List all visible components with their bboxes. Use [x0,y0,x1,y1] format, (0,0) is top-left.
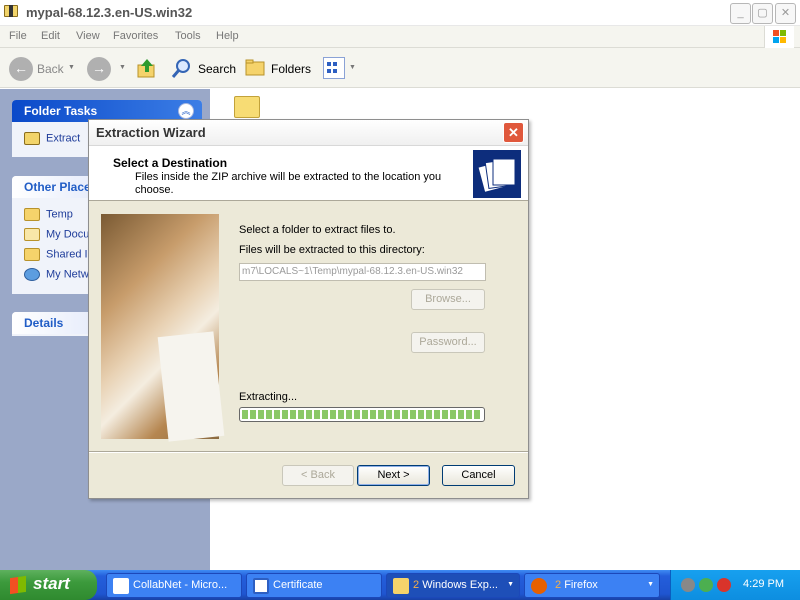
back-dropdown-icon[interactable]: ▼ [68,64,75,71]
outlook-window-icon [113,578,129,594]
zip-folder-icon [4,5,18,17]
cancel-button[interactable]: Cancel [442,465,515,486]
shared-folder-icon [24,248,40,261]
menu-edit[interactable]: Edit [41,30,60,42]
windows-flag-icon [10,575,26,595]
task-link-extract[interactable]: Extract [24,132,80,145]
folder-icon [24,208,40,221]
collapse-chevron-icon[interactable]: ︽ [178,103,194,119]
maximize-button[interactable]: ▢ [752,3,773,24]
wizard-side-image [101,214,219,439]
views-dropdown-icon[interactable]: ▼ [349,64,356,71]
menu-file[interactable]: File [9,30,27,42]
dialog-titlebar[interactable]: Extraction Wizard ✕ [89,120,528,146]
zip-folder-icon [24,132,40,145]
extracting-status: Extracting... [239,391,298,403]
certificate-window-icon [253,578,269,594]
back-button[interactable]: Back [37,62,64,76]
group-dropdown-icon[interactable]: ▼ [507,581,514,588]
window-title: mypal-68.12.3.en-US.win32 [26,5,193,20]
extraction-wizard-dialog: Extraction Wizard ✕ Select a Destination… [88,119,529,499]
network-tray-icon[interactable] [681,578,695,592]
documents-folder-icon [24,228,40,241]
folders-button[interactable]: Folders [271,62,311,76]
taskbar-firefox[interactable]: 2 Firefox ▼ [524,573,660,598]
wizard-header: Select a Destination Files inside the ZI… [89,146,528,201]
up-folder-icon[interactable] [136,57,158,79]
forward-arrow-icon[interactable]: → [87,57,111,81]
views-icon[interactable] [323,57,345,79]
menu-favorites[interactable]: Favorites [113,30,158,42]
taskbar-collabnet[interactable]: CollabNet - Micro... [106,573,242,598]
search-icon[interactable] [171,57,193,79]
folders-icon[interactable] [244,57,266,79]
taskbar-certificate[interactable]: Certificate [246,573,382,598]
password-button[interactable]: Password... [411,332,485,353]
destination-path-input[interactable]: m7\LOCALS~1\Temp\mypal-68.12.3.en-US.win… [239,263,486,281]
zip-files-icon [473,150,521,198]
clock[interactable]: 4:29 PM [743,578,784,590]
windows-logo-icon [764,26,794,48]
start-button[interactable]: start [0,570,97,600]
network-globe-icon [24,268,40,281]
group-dropdown-icon[interactable]: ▼ [647,581,654,588]
menu-tools[interactable]: Tools [175,30,201,42]
security-shield-icon[interactable] [717,578,731,592]
next-button[interactable]: Next > [357,465,430,486]
dialog-title: Extraction Wizard [96,125,206,140]
back-arrow-icon[interactable]: ← [9,57,33,81]
menu-help[interactable]: Help [216,30,239,42]
taskbar-windows-explorer[interactable]: 2 Windows Exp... ▼ [386,573,520,598]
select-folder-text: Select a folder to extract files to. [239,224,396,236]
progress-fill [242,410,482,419]
wizard-step-title: Select a Destination [113,156,228,170]
taskbar: start CollabNet - Micro... Certificate 2… [0,570,800,600]
place-link-my-documents[interactable]: My Docu [24,228,89,241]
minimize-button[interactable]: _ [730,3,751,24]
window-titlebar: mypal-68.12.3.en-US.win32 _ ▢ ✕ [0,0,800,26]
explorer-folder-icon [393,578,409,594]
system-tray: 4:29 PM [670,570,800,600]
forward-dropdown-icon[interactable]: ▼ [119,64,126,71]
directory-label: Files will be extracted to this director… [239,244,425,256]
search-button[interactable]: Search [198,62,236,76]
toolbar: ← Back ▼ → ▼ Search Folders ▼ [0,48,800,88]
menu-bar: File Edit View Favorites Tools Help [0,26,800,48]
wizard-step-subtitle: Files inside the ZIP archive will be ext… [135,171,442,196]
browse-button[interactable]: Browse... [411,289,485,310]
firefox-icon [531,578,547,594]
place-link-temp[interactable]: Temp [24,208,73,221]
dialog-close-button[interactable]: ✕ [503,122,524,143]
dialog-divider [89,451,528,453]
close-window-button[interactable]: ✕ [775,3,796,24]
folder-icon[interactable] [234,96,260,118]
place-link-shared-documents[interactable]: Shared I [24,248,88,261]
place-link-my-network[interactable]: My Netw [24,268,89,281]
back-button-wizard[interactable]: < Back [282,465,354,486]
extraction-progress-bar [239,407,485,422]
connection-tray-icon[interactable] [699,578,713,592]
menu-view[interactable]: View [76,30,100,42]
